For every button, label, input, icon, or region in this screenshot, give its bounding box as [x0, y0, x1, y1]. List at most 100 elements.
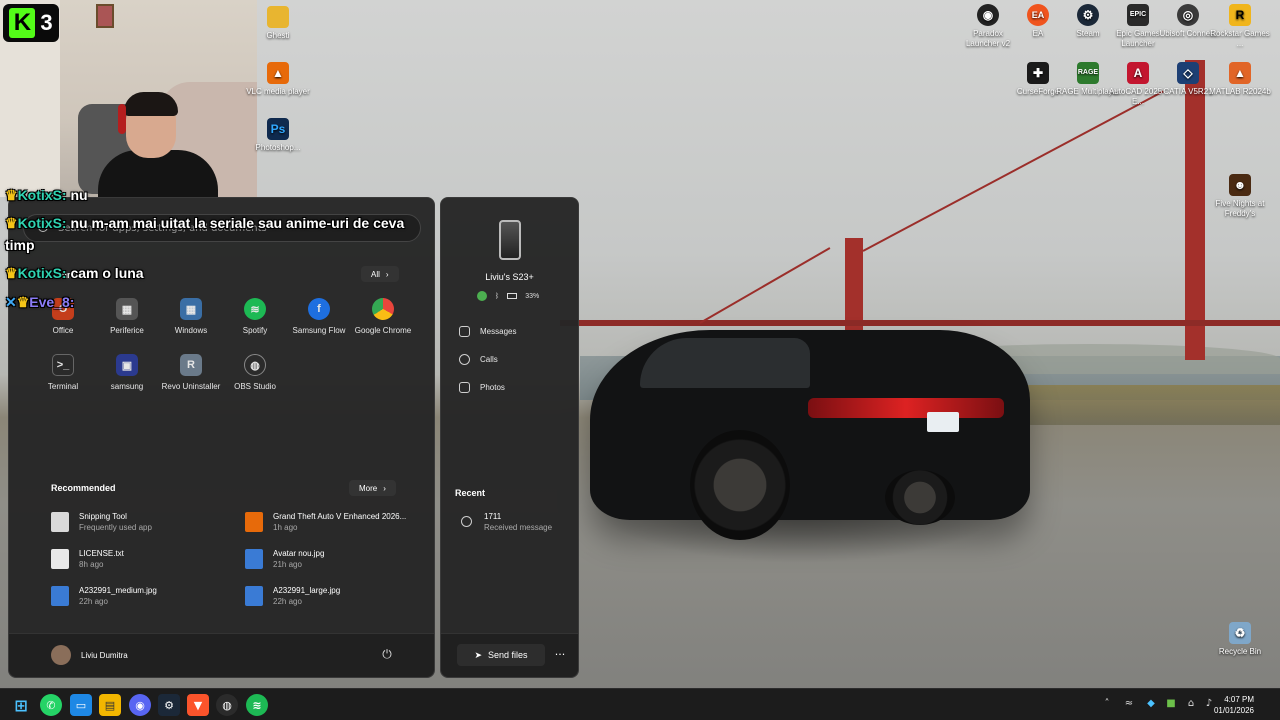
pinned-app[interactable]: ▦ Windows: [159, 298, 223, 335]
messages-icon: [459, 326, 470, 337]
tray-app-icon[interactable]: ≈: [1122, 698, 1136, 712]
steam-taskbar-icon[interactable]: ⚙: [158, 694, 180, 716]
photoshop-icon: Ps: [267, 118, 289, 140]
webcam-picture-frame: [96, 4, 114, 28]
more-button[interactable]: More ›: [349, 480, 396, 496]
desktop-icon-label: EA: [1032, 29, 1044, 38]
folder-icon: [267, 6, 289, 28]
pinned-app[interactable]: >_ Terminal: [31, 354, 95, 391]
pinned-app[interactable]: ◍ OBS Studio: [223, 354, 287, 391]
brave-icon[interactable]: ▼: [187, 694, 209, 716]
phone-item-label: Calls: [480, 355, 498, 364]
power-icon[interactable]: ⏻: [379, 647, 395, 663]
file-explorer-icon[interactable]: ▤: [99, 694, 121, 716]
recommended-item[interactable]: Snipping Tool Frequently used app: [51, 512, 231, 532]
phone-device-name: Liviu's S23+: [485, 272, 534, 282]
desktop-icon[interactable]: ▲ VLC media player: [246, 62, 310, 97]
recommended-item[interactable]: A232991_medium.jpg 22h ago: [51, 586, 231, 606]
bridge-tower-far: [845, 238, 863, 330]
periferice-icon: ▦: [116, 298, 138, 320]
wallpaper-car-wheel: [690, 430, 790, 540]
desktop-icon[interactable]: ☻ Five Nights at Freddy's: [1208, 174, 1272, 219]
wallpaper-car-window: [640, 338, 810, 388]
pinned-app-label: Spotify: [242, 326, 268, 335]
pinned-app[interactable]: Google Chrome: [351, 298, 415, 335]
obs-taskbar-icon[interactable]: ◍: [216, 694, 238, 716]
revo-icon: R: [180, 354, 202, 376]
chat-username: KotixS:: [17, 187, 67, 203]
pinned-app-label: Samsung Flow: [292, 326, 346, 335]
send-files-button[interactable]: ➤ Send files: [457, 644, 545, 666]
phone-messages-item[interactable]: Messages: [459, 326, 516, 337]
desktop-icon-label: Five Nights at Freddy's: [1215, 199, 1265, 218]
desktop-icon[interactable]: Ghesti: [246, 6, 310, 41]
recommended-item[interactable]: A232991_large.jpg 22h ago: [245, 586, 425, 606]
recent-notification[interactable]: 1711 Received message: [461, 512, 552, 532]
more-options-icon[interactable]: ···: [549, 644, 571, 666]
desktop-icon-label: Paradox Launcher v2: [965, 29, 1011, 48]
recommended-item-sub: 8h ago: [79, 560, 104, 569]
chat-text: timp: [5, 237, 35, 253]
pinned-app[interactable]: ▣ samsung: [95, 354, 159, 391]
desktop-icon-label: Steam: [1076, 29, 1100, 38]
snipping-tool-icon: [51, 512, 69, 532]
pinned-app-label: Office: [52, 326, 74, 335]
phone-footer: ➤ Send files ···: [441, 633, 578, 677]
user-account-button[interactable]: Liviu Dumitra: [51, 645, 128, 665]
recommended-item[interactable]: Grand Theft Auto V Enhanced 2026... 1h ag…: [245, 512, 425, 532]
photos-app-icon[interactable]: ▭: [70, 694, 92, 716]
pinned-app[interactable]: ▦ Periferice: [95, 298, 159, 335]
desktop-icon[interactable]: ▲ MATLAB R2024b: [1208, 62, 1272, 97]
desktop-icon[interactable]: ♻ Recycle Bin: [1208, 622, 1272, 657]
desktop-icon-label: CATIA V5R21: [1163, 87, 1213, 96]
desktop-icon[interactable]: Ps Photoshop...: [246, 118, 310, 153]
spotify-taskbar-icon[interactable]: ≋: [246, 694, 268, 716]
discord-icon[interactable]: ◉: [129, 694, 151, 716]
vlc-icon: ▲: [267, 62, 289, 84]
ea-icon: EA: [1027, 4, 1049, 26]
pinned-app[interactable]: f Samsung Flow: [287, 298, 351, 335]
clock-time: 4:07 PM: [1224, 695, 1254, 704]
network-icon[interactable]: ⌂: [1184, 698, 1198, 712]
recommended-item[interactable]: LICENSE.txt 8h ago: [51, 549, 231, 569]
recycle-bin-icon: ♻: [1229, 622, 1251, 644]
chat-text: nu m-am mai uitat la seriale sau anime-u…: [70, 215, 405, 231]
kick-logo-letter: K: [9, 8, 36, 38]
pinned-app[interactable]: R Revo Uninstaller: [159, 354, 223, 391]
photos-icon: [459, 382, 470, 393]
windows-folder-icon: ▦: [180, 298, 202, 320]
chat-text: nu: [70, 187, 88, 203]
chat-message: ♛KotixS: cam o luna: [5, 265, 144, 282]
recommended-item[interactable]: Avatar nou.jpg 21h ago: [245, 549, 425, 569]
image-file-icon: [245, 549, 263, 569]
phone-photos-item[interactable]: Photos: [459, 382, 505, 393]
recommended-item-sub: 21h ago: [273, 560, 302, 569]
desktop-icon-label: Photoshop...: [255, 143, 301, 152]
nvidia-icon[interactable]: ■: [1164, 698, 1178, 712]
whatsapp-icon[interactable]: ✆: [40, 694, 62, 716]
phone-calls-item[interactable]: Calls: [459, 354, 498, 365]
shield-icon[interactable]: ◆: [1144, 698, 1158, 712]
pinned-app[interactable]: ≋ Spotify: [223, 298, 287, 335]
matlab-icon: ▲: [1229, 62, 1251, 84]
wallpaper-car-taillight: [808, 398, 1004, 418]
desktop-icon[interactable]: R Rockstar Games ...: [1208, 4, 1272, 49]
chat-message: ✕♛Eve_8:: [5, 294, 74, 311]
samsung-icon: ▣: [116, 354, 138, 376]
steam-icon: ⚙: [1077, 4, 1099, 26]
phone-device-icon: [499, 220, 521, 260]
recent-notification-title: 1711: [484, 512, 502, 521]
curseforge-icon: ✚: [1027, 62, 1049, 84]
taskbar-clock[interactable]: 4:07 PM 01/01/2026: [1214, 694, 1254, 716]
pinned-app-label: OBS Studio: [234, 382, 276, 391]
chevron-up-icon[interactable]: ˄: [1100, 698, 1114, 712]
recommended-title: Recommended: [51, 483, 116, 493]
all-apps-button[interactable]: All ›: [361, 266, 399, 282]
chat-username: KotixS:: [17, 265, 67, 281]
rockstar-icon: R: [1229, 4, 1251, 26]
recommended-item-sub: 22h ago: [79, 597, 108, 606]
terminal-icon: >_: [52, 354, 74, 376]
fnaf-icon: ☻: [1229, 174, 1251, 196]
windows-start-icon[interactable]: ⊞: [10, 694, 32, 716]
desktop-icon-label: VLC media player: [246, 87, 310, 96]
